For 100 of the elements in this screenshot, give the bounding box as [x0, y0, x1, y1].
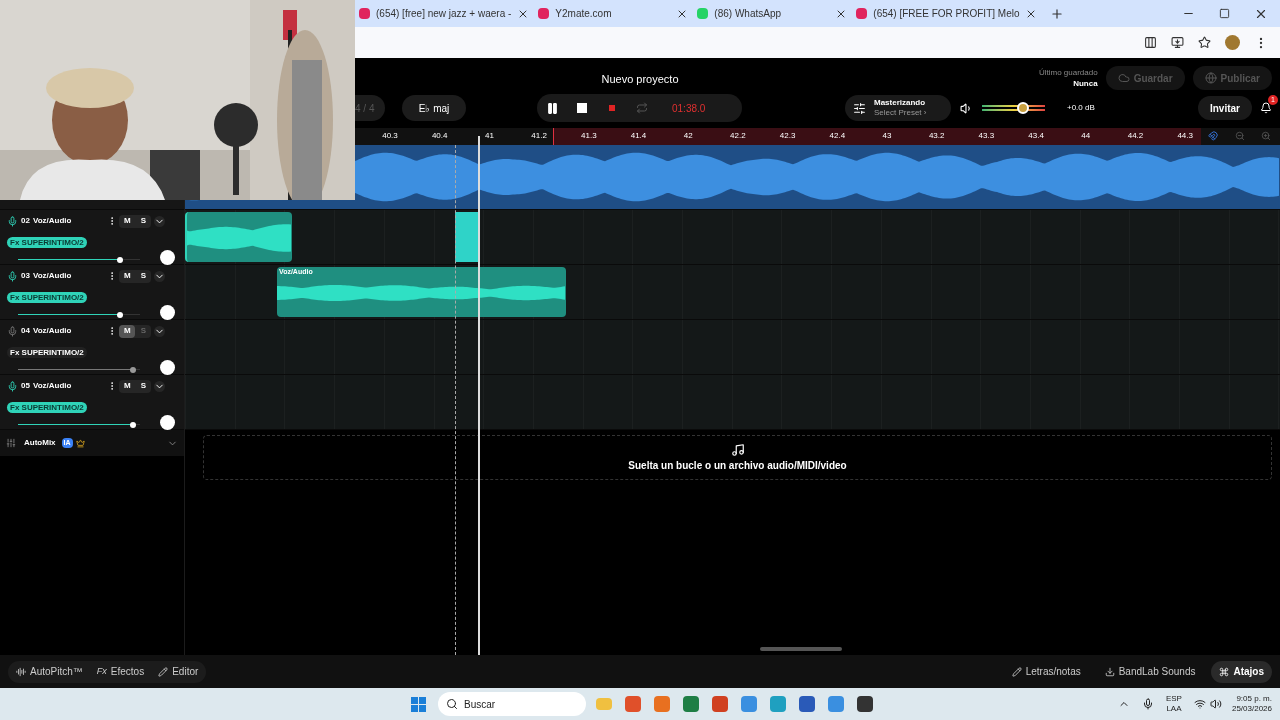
- effect-tag[interactable]: Fx SUPERINTIMO/2: [7, 347, 87, 358]
- windows-logo[interactable]: [411, 696, 426, 712]
- solo-button[interactable]: S: [135, 269, 152, 283]
- drop-hint: Suelta un bucle o un archivo audio/MIDI/video: [628, 458, 847, 473]
- toolbar-button[interactable]: Letras/notas: [1003, 660, 1089, 683]
- browser-tab[interactable]: (654) [free] new jazz + waera -: [355, 0, 534, 27]
- layout-label: LAA: [1166, 704, 1182, 714]
- language-label: ESP: [1165, 694, 1182, 704]
- key-button[interactable]: E♭ maj: [402, 95, 466, 121]
- pan-knob[interactable]: [160, 360, 175, 375]
- audio-clip[interactable]: [185, 212, 292, 262]
- chevron-icon[interactable]: [154, 325, 166, 337]
- browser-tab[interactable]: Y2mate.com: [534, 0, 693, 27]
- download-icon: [1104, 666, 1115, 677]
- command-icon: [1219, 666, 1230, 677]
- effect-tag[interactable]: Fx SUPERINTIMO/2: [7, 292, 87, 303]
- track-header[interactable]: 02 Voz/Audio M S Fx SUPERINTIMO/2: [0, 210, 184, 265]
- volume-slider[interactable]: [982, 102, 1045, 114]
- scrollbar-thumb[interactable]: [760, 647, 842, 651]
- bookmark-icon[interactable]: [1198, 36, 1211, 49]
- track-header[interactable]: 05 Voz/Audio M S Fx SUPERINTIMO/2: [0, 375, 184, 430]
- search-field[interactable]: Buscar: [438, 692, 586, 716]
- chevron-icon[interactable]: [154, 270, 166, 282]
- pan-knob[interactable]: [160, 250, 175, 265]
- mastering-button[interactable]: Masterizando Select Preset ›: [845, 95, 951, 121]
- last-saved-value: Nunca: [1073, 78, 1098, 89]
- volume-slider[interactable]: [18, 311, 140, 318]
- network-icon[interactable]: [1193, 698, 1206, 710]
- pan-knob[interactable]: [160, 415, 175, 430]
- mastering-label: Masterizando: [874, 98, 927, 108]
- app-icon[interactable]: [799, 696, 815, 712]
- volume-slider[interactable]: [18, 421, 140, 428]
- ruler-label: 44.3: [1177, 130, 1193, 142]
- browser-tab[interactable]: (86) WhatsApp: [693, 0, 852, 27]
- toolbar-button[interactable]: Atajos: [1211, 660, 1272, 683]
- chevron-icon[interactable]: [154, 380, 166, 392]
- tab-title: (654) [FREE FOR PROFIT] Melo: [873, 7, 1020, 21]
- invite-button[interactable]: Invitar: [1198, 96, 1252, 120]
- volume-slider[interactable]: [18, 256, 140, 263]
- app-icon[interactable]: [712, 696, 728, 712]
- ruler-label: 41.3: [581, 130, 597, 142]
- toolbar-button[interactable]: BandLab Sounds: [1096, 660, 1204, 683]
- mute-button[interactable]: M: [119, 269, 136, 283]
- speaker-icon[interactable]: [1209, 698, 1222, 710]
- magnet-icon[interactable]: [1208, 131, 1218, 141]
- crown-icon: [75, 438, 85, 448]
- sliders-icon: [6, 438, 16, 448]
- track-number: 03: [21, 270, 30, 282]
- clock-date: 25/03/2026: [1231, 704, 1272, 714]
- app-icon[interactable]: [683, 696, 699, 712]
- track-header[interactable]: [0, 200, 184, 210]
- track-name: Voz/Audio: [32, 325, 72, 337]
- pause-icon: [545, 101, 559, 115]
- mute-button[interactable]: M: [119, 214, 136, 228]
- track-header[interactable]: 04 Voz/Audio M S Fx SUPERINTIMO/2: [0, 320, 184, 375]
- effect-tag[interactable]: Fx SUPERINTIMO/2: [7, 237, 87, 248]
- chevron-icon[interactable]: [154, 215, 166, 227]
- ruler-label: 41.2: [531, 130, 547, 142]
- slider-thumb[interactable]: [1016, 102, 1029, 114]
- new-tab-icon[interactable]: [1050, 6, 1065, 21]
- toolbar-button[interactable]: Fx Efectos: [96, 664, 145, 679]
- ruler-label: 41: [484, 130, 494, 142]
- ruler-label: 40.4: [431, 130, 448, 142]
- ruler-label: 43.3: [978, 130, 995, 142]
- mute-button[interactable]: M: [119, 379, 136, 393]
- effect-tag[interactable]: Fx SUPERINTIMO/2: [7, 402, 87, 413]
- track-header[interactable]: 03 Voz/Audio M S Fx SUPERINTIMO/2: [0, 265, 184, 320]
- track-name: Voz/Audio: [32, 270, 72, 282]
- globe-icon: [1204, 72, 1217, 84]
- pencil-icon: [1011, 666, 1022, 677]
- app-icon[interactable]: [857, 696, 873, 712]
- solo-button[interactable]: S: [135, 379, 152, 393]
- mute-button[interactable]: M: [119, 324, 136, 338]
- speaker-icon[interactable]: [960, 101, 973, 115]
- ruler-label: 43.2: [928, 130, 945, 142]
- ruler-label: 44.2: [1127, 130, 1144, 142]
- drop-zone[interactable]: Suelta un bucle o un archivo audio/MIDI/video: [203, 435, 1272, 480]
- browser-tab[interactable]: (654) [FREE FOR PROFIT] Melo: [852, 0, 1042, 27]
- toolbar-button[interactable]: Editor: [158, 664, 199, 679]
- solo-button[interactable]: S: [135, 214, 152, 228]
- sidebar-icon[interactable]: [1144, 36, 1157, 49]
- install-icon[interactable]: [1171, 36, 1184, 49]
- time-display: 01:38.0: [672, 101, 706, 116]
- ruler-label: 42.3: [779, 130, 796, 142]
- toolbar-button[interactable]: AutoPitch™: [16, 664, 83, 679]
- profile-avatar[interactable]: [1225, 35, 1240, 50]
- track-name: Voz/Audio: [32, 380, 72, 392]
- mic-icon[interactable]: [1141, 698, 1154, 710]
- ruler-label: 40.3: [382, 130, 398, 142]
- tab-title: Y2mate.com: [555, 7, 613, 21]
- ruler-label: 42.4: [829, 130, 846, 142]
- ruler-label: 42.2: [730, 130, 746, 142]
- pencil-icon: [158, 666, 169, 677]
- bell-icon[interactable]: [1260, 102, 1272, 114]
- volume-slider[interactable]: [18, 366, 140, 373]
- cloud-icon: [1117, 72, 1130, 84]
- maximize-icon[interactable]: [1219, 8, 1230, 19]
- pan-knob[interactable]: [160, 305, 175, 320]
- sliders-icon: [853, 101, 866, 115]
- volume-reading: +0.0 dB: [1067, 102, 1095, 114]
